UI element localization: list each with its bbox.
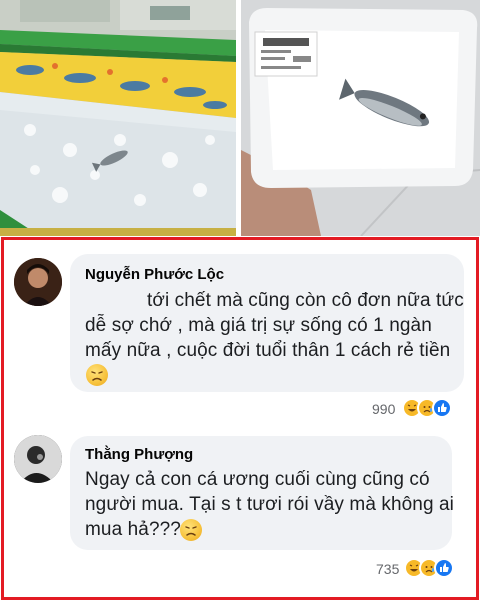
- disappointed-face-icon: [86, 364, 108, 386]
- comments-panel: Nguyễn Phước Lộc tới chết mà cũng còn cô…: [1, 237, 479, 600]
- comment-author[interactable]: Nguyễn Phước Lộc: [85, 266, 224, 283]
- comment-text-line: Ngay cả con cá ương cuối cùng cũng có: [85, 469, 430, 490]
- reaction-count: 735: [376, 561, 400, 577]
- like-react-icon: [434, 558, 454, 578]
- avatar[interactable]: [14, 258, 62, 306]
- comment-text-line: người mua. Tại s t tươi rói vầy mà không…: [85, 494, 455, 515]
- profile-photo-icon: [14, 258, 62, 306]
- reaction-count: 990: [372, 401, 396, 417]
- packaged-fish-tray-photo: [241, 0, 480, 236]
- comment-author[interactable]: Thằng Phượng: [85, 446, 193, 463]
- comment-text-line: dễ sợ chớ , mà giá trị sự sống có 1 ngàn: [85, 315, 432, 336]
- comment-text-line: tới chết mà cũng còn cô đơn nữa tức: [147, 290, 464, 311]
- empty-fish-counter-photo: [0, 0, 236, 236]
- avatar[interactable]: [14, 435, 62, 483]
- disappointed-face-icon: [180, 519, 202, 541]
- like-react-icon: [432, 398, 452, 418]
- comment-text-line: mua hả???: [85, 519, 181, 540]
- reaction-summary[interactable]: 990: [372, 398, 472, 420]
- photo-strip: [0, 0, 480, 236]
- reaction-summary[interactable]: 735: [376, 558, 476, 580]
- profile-photo-icon: [14, 435, 62, 483]
- comment-text-line: mấy nữa , cuộc đời tuổi thân 1 cách rẻ t…: [85, 340, 451, 361]
